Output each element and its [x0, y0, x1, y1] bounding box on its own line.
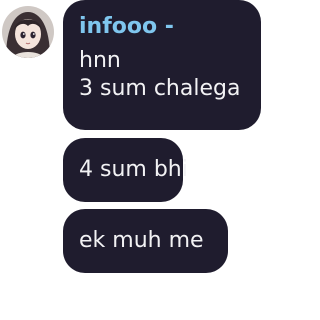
sender-name[interactable]: infooo - [79, 13, 245, 41]
message-text: 4 sum bhi [79, 157, 188, 182]
message-bubble[interactable]: 4 sum bhi [63, 138, 188, 202]
message-text: hnn [79, 48, 121, 73]
anime-girl-avatar-icon [2, 6, 54, 58]
sender-avatar[interactable] [2, 6, 54, 58]
message-bubble[interactable]: ek muh me [63, 209, 228, 273]
chat-thread: infooo - hnn 3 sum chalega 4 sum bhi ek … [0, 0, 266, 320]
message-bubble[interactable]: infooo - hnn 3 sum chalega [63, 0, 261, 130]
message-text: 3 sum chalega [79, 76, 241, 101]
message-text: ek muh me [79, 228, 204, 253]
